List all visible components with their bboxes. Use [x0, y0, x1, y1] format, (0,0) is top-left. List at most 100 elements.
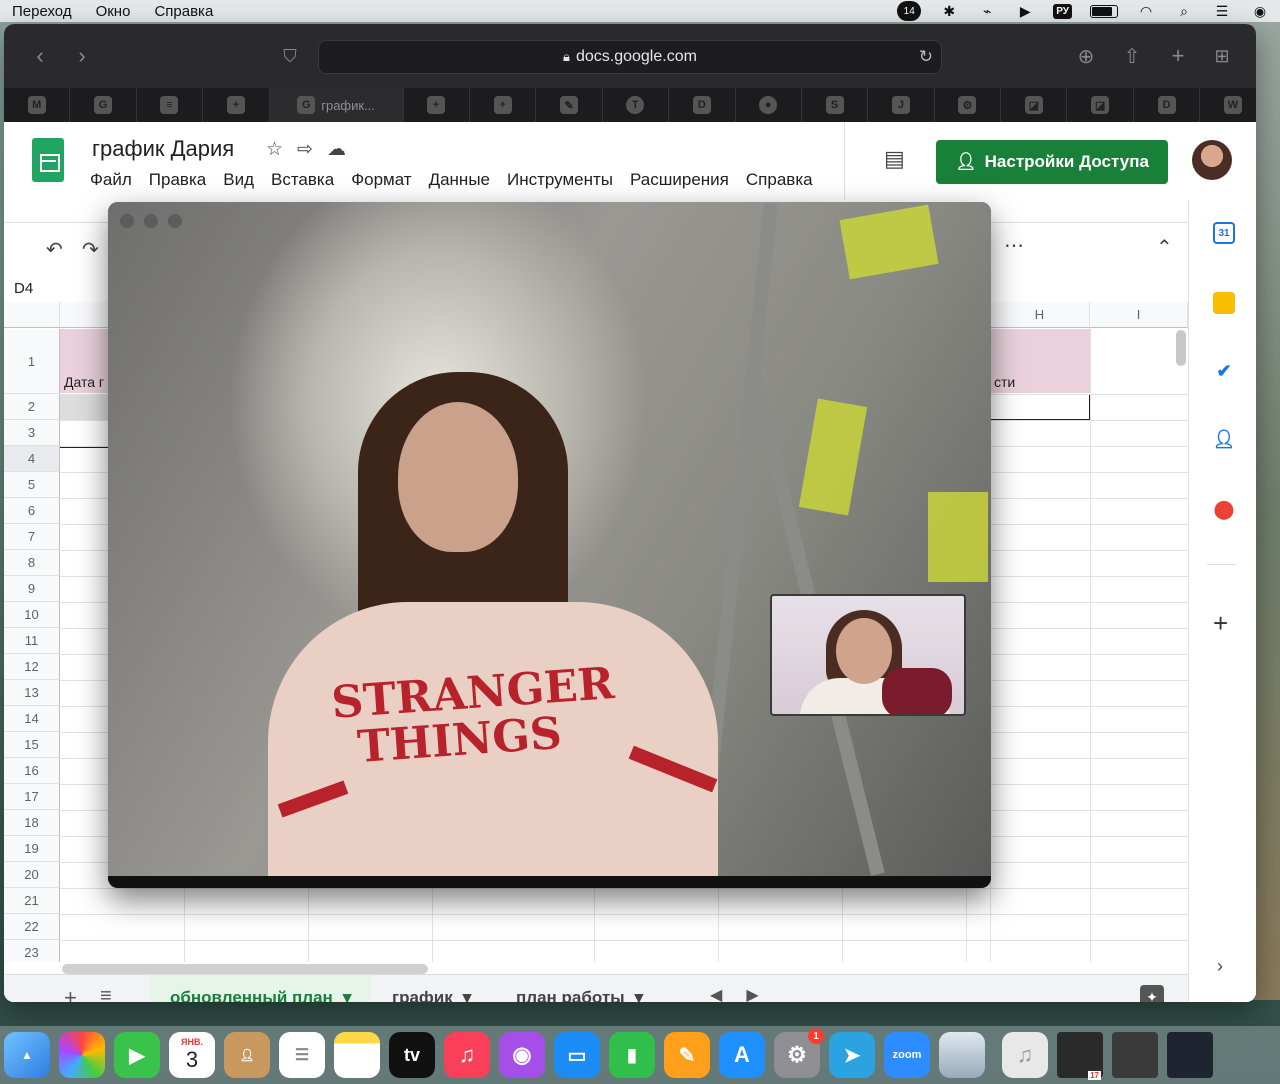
contacts-app-icon[interactable]: 👤︎	[224, 1032, 270, 1078]
scroll-left-icon[interactable]: ◀	[710, 985, 722, 1002]
row-header-21[interactable]: 21	[4, 888, 60, 914]
system-settings-icon[interactable]: ⚙ 1	[774, 1028, 824, 1078]
menu-help[interactable]: Справка	[746, 170, 813, 190]
row-header-18[interactable]: 18	[4, 810, 60, 836]
row-header-5[interactable]: 5	[4, 472, 60, 498]
wifi-icon[interactable]: ◠	[1136, 2, 1156, 20]
tab-t[interactable]: T	[603, 88, 670, 122]
recent-window-thumb[interactable]: 17	[1057, 1032, 1103, 1080]
menu-go[interactable]: Переход	[0, 3, 84, 20]
tab-docs[interactable]: ≡	[137, 88, 204, 122]
cell-h1[interactable]: сти	[994, 374, 1015, 390]
tab-gmail[interactable]: M	[4, 88, 71, 122]
maps-icon[interactable]: ⬤	[1213, 498, 1235, 520]
document-title[interactable]: график Дария	[92, 136, 234, 162]
horizontal-scrollbar[interactable]	[62, 964, 428, 974]
undo-icon[interactable]: ↶	[46, 237, 63, 262]
play-circle-icon[interactable]: ▶	[1015, 2, 1035, 20]
add-addon-icon[interactable]: +	[1213, 608, 1228, 639]
vertical-scrollbar[interactable]	[1176, 330, 1186, 366]
menu-insert[interactable]: Вставка	[271, 170, 334, 190]
tv-app-icon[interactable]: tv	[389, 1032, 435, 1078]
row-header-2[interactable]: 2	[4, 394, 60, 420]
row-header-3[interactable]: 3	[4, 420, 60, 446]
tab-sheets-2[interactable]: +	[404, 88, 470, 122]
facetime-app-icon[interactable]: ▶	[114, 1032, 160, 1078]
tab-sheets[interactable]: +	[203, 88, 270, 122]
music-app-icon[interactable]: ♫	[444, 1032, 490, 1078]
battery-icon[interactable]	[1090, 4, 1118, 18]
account-avatar[interactable]	[1192, 140, 1232, 180]
tab-slash-2[interactable]: ◪	[1067, 88, 1134, 122]
move-folder-icon[interactable]: ⇨	[297, 138, 313, 161]
sheet-tab-updated-plan[interactable]: обновленный план ▾	[150, 975, 372, 1002]
select-all-corner[interactable]	[4, 302, 60, 328]
app-store-icon[interactable]: A	[719, 1032, 765, 1078]
tab-w[interactable]: W	[1200, 88, 1256, 122]
video-call-window[interactable]: STRANGER THINGS	[108, 202, 991, 888]
row-header-7[interactable]: 7	[4, 524, 60, 550]
row-header-19[interactable]: 19	[4, 836, 60, 862]
expand-panel-icon[interactable]: ›	[1217, 956, 1223, 977]
row-header-6[interactable]: 6	[4, 498, 60, 524]
menu-format[interactable]: Формат	[351, 170, 411, 190]
tab-pen[interactable]: ✎	[536, 88, 603, 122]
row-header-12[interactable]: 12	[4, 654, 60, 680]
notification-badge-icon[interactable]: 14	[897, 1, 922, 21]
column-header-i[interactable]: I	[1090, 302, 1188, 328]
menu-window[interactable]: Окно	[84, 3, 143, 20]
caret-down-icon[interactable]: ▾	[463, 988, 472, 1002]
caret-down-icon[interactable]: ▾	[635, 988, 644, 1002]
back-icon[interactable]: ‹	[26, 42, 54, 70]
row-header-16[interactable]: 16	[4, 758, 60, 784]
tab-slash[interactable]: ◪	[1001, 88, 1068, 122]
tab-gear[interactable]: ⚙	[935, 88, 1002, 122]
photos-app-icon[interactable]	[59, 1032, 105, 1078]
comments-icon[interactable]: ▤	[884, 146, 905, 172]
more-options-icon[interactable]: ⋯	[1004, 233, 1024, 258]
sheets-logo-icon[interactable]	[32, 138, 64, 182]
tab-google[interactable]: G	[70, 88, 137, 122]
menu-data[interactable]: Данные	[429, 170, 490, 190]
tab-s[interactable]: S	[802, 88, 869, 122]
control-center-icon[interactable]: ☰	[1212, 2, 1232, 20]
keynote-app-icon[interactable]: ▭	[554, 1032, 600, 1078]
calendar-icon[interactable]: 31	[1213, 222, 1235, 244]
row-header-8[interactable]: 8	[4, 550, 60, 576]
share-icon[interactable]: ⇧	[1118, 42, 1146, 70]
tab-d[interactable]: D	[669, 88, 736, 122]
row-header-9[interactable]: 9	[4, 576, 60, 602]
notes-app-icon[interactable]	[334, 1032, 380, 1078]
collapse-menu-icon[interactable]: ⌃	[1156, 235, 1173, 260]
airdrop-icon[interactable]: ⌁	[977, 2, 997, 20]
menu-extensions[interactable]: Расширения	[630, 170, 729, 190]
privacy-shield-icon[interactable]: ⛉	[276, 42, 304, 70]
reminders-app-icon[interactable]: ☰	[279, 1032, 325, 1078]
minimize-icon[interactable]	[144, 214, 158, 228]
menu-view[interactable]: Вид	[223, 170, 254, 190]
caret-down-icon[interactable]: ▾	[343, 988, 352, 1002]
menu-file[interactable]: Файл	[90, 170, 132, 190]
star-icon[interactable]: ☆	[266, 138, 283, 161]
all-sheets-icon[interactable]: ≡	[100, 985, 112, 1002]
tab-d-2[interactable]: D	[1134, 88, 1201, 122]
numbers-app-icon[interactable]: ▮	[609, 1032, 655, 1078]
menu-tools[interactable]: Инструменты	[507, 170, 613, 190]
name-box[interactable]: D4	[14, 280, 33, 297]
row-header-13[interactable]: 13	[4, 680, 60, 706]
cell-a1[interactable]: Дата г	[64, 374, 104, 390]
row-header-23[interactable]: 23	[4, 940, 60, 962]
sheet-tab-work-plan[interactable]: план работы ▾	[516, 975, 643, 1002]
pages-app-icon[interactable]: ✎	[664, 1032, 710, 1078]
reload-icon[interactable]: ↻	[919, 47, 933, 67]
preview-app-icon[interactable]	[939, 1032, 985, 1078]
row-header-1[interactable]: 1	[4, 329, 60, 394]
tab-sheets-3[interactable]: +	[470, 88, 537, 122]
row-header-4[interactable]: 4	[4, 446, 60, 472]
recent-window-thumb[interactable]	[1167, 1032, 1213, 1078]
share-button[interactable]: 👤︎ Настройки Доступа	[936, 140, 1168, 184]
tab-coin[interactable]: ●	[736, 88, 802, 122]
row-header-15[interactable]: 15	[4, 732, 60, 758]
scroll-right-icon[interactable]: ▶	[746, 985, 758, 1002]
self-view-pip[interactable]	[770, 594, 966, 716]
